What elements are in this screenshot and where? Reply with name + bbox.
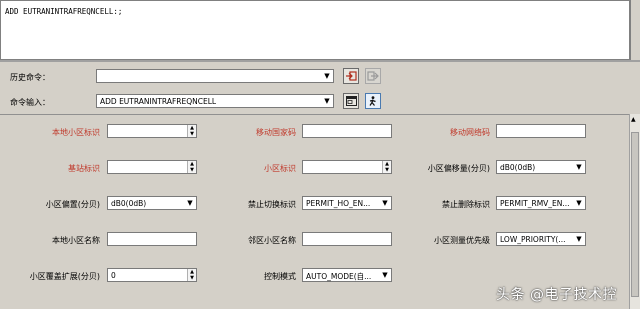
watermark: 头条 @电子技术控 — [496, 287, 617, 303]
coverage-ext-input[interactable]: 0 ▲ ▼ — [107, 268, 197, 282]
cell-offset-select[interactable]: dB0(0dB) ▼ — [496, 160, 586, 174]
control-mode-label: 控制模式 — [264, 272, 296, 281]
neighbour-cell-name-input[interactable] — [302, 232, 392, 246]
chevron-down-icon[interactable]: ▼ — [321, 95, 333, 107]
spinner-icon[interactable]: ▲ ▼ — [187, 269, 196, 281]
chevron-down-icon[interactable]: ▼ — [379, 269, 391, 281]
cell-qoffset-value: dB0(0dB) — [111, 199, 147, 208]
cell-qoffset-select[interactable]: dB0(0dB) ▼ — [107, 196, 197, 210]
neighbour-cell-name-label: 邻区小区名称 — [248, 236, 296, 245]
enodeb-id-input[interactable]: ▲ ▼ — [107, 160, 197, 174]
mnc-label: 移动网络码 — [450, 128, 490, 137]
spinner-icon[interactable]: ▲ ▼ — [187, 125, 196, 137]
local-cell-name-input[interactable] — [107, 232, 197, 246]
chevron-down-icon[interactable]: ▼ — [184, 197, 196, 209]
no-ho-ind-label: 禁止切换标识 — [248, 200, 296, 209]
no-remove-ind-value: PERMIT_RMV_EN... — [500, 199, 570, 208]
history-label: 历史命令： — [10, 73, 50, 82]
export-arrow-icon — [365, 68, 381, 84]
no-ho-ind-value: PERMIT_HO_EN... — [306, 199, 371, 208]
scroll-up-icon[interactable]: ▲ — [631, 116, 636, 123]
cell-offset-value: dB0(0dB) — [500, 163, 536, 172]
no-remove-ind-label: 禁止删除标识 — [442, 200, 490, 209]
meas-priority-select[interactable]: LOW_PRIORITY(... ▼ — [496, 232, 586, 246]
control-mode-select[interactable]: AUTO_MODE(自... ▼ — [302, 268, 392, 282]
vertical-scrollbar[interactable]: ▲ — [629, 114, 640, 309]
run-person-icon[interactable] — [365, 93, 381, 109]
command-output-area[interactable]: ADD EUTRANINTRAFREQNCELL:; — [0, 0, 630, 60]
local-cell-id-label: 本地小区标识 — [52, 128, 100, 137]
window-icon[interactable] — [343, 93, 359, 109]
mcc-label: 移动国家码 — [256, 128, 296, 137]
scrollbar-thumb[interactable] — [631, 132, 639, 297]
history-combo[interactable]: ▼ — [96, 69, 334, 83]
spinner-icon[interactable]: ▲ ▼ — [187, 161, 196, 173]
command-input-combo[interactable]: ADD EUTRANINTRAFREQNCELL ▼ — [96, 94, 334, 108]
chevron-down-icon[interactable]: ▼ — [321, 70, 333, 82]
control-mode-value: AUTO_MODE(自... — [306, 272, 372, 281]
command-output-text: ADD EUTRANINTRAFREQNCELL:; — [5, 7, 123, 16]
local-cell-name-label: 本地小区名称 — [52, 236, 100, 245]
coverage-ext-value: 0 — [111, 271, 116, 280]
right-edge-strip — [630, 0, 640, 60]
cell-id-input[interactable]: ▲ ▼ — [302, 160, 392, 174]
mcc-input[interactable] — [302, 124, 392, 138]
command-input-value: ADD EUTRANINTRAFREQNCELL — [100, 97, 217, 106]
import-arrow-icon[interactable] — [343, 68, 359, 84]
meas-priority-label: 小区测量优先级 — [434, 236, 490, 245]
chevron-down-icon[interactable]: ▼ — [573, 161, 585, 173]
cell-qoffset-label: 小区偏置(分贝) — [45, 200, 100, 209]
no-remove-ind-select[interactable]: PERMIT_RMV_EN... ▼ — [496, 196, 586, 210]
chevron-down-icon[interactable]: ▼ — [573, 197, 585, 209]
command-input-label: 命令输入： — [10, 98, 50, 107]
cell-offset-label: 小区偏移量(分贝) — [427, 164, 490, 173]
splitter[interactable] — [0, 60, 640, 62]
chevron-down-icon[interactable]: ▼ — [573, 233, 585, 245]
mnc-input[interactable] — [496, 124, 586, 138]
cell-id-label: 小区标识 — [264, 164, 296, 173]
local-cell-id-input[interactable]: ▲ ▼ — [107, 124, 197, 138]
coverage-ext-label: 小区覆盖扩展(分贝) — [29, 272, 100, 281]
enodeb-id-label: 基站标识 — [68, 164, 100, 173]
meas-priority-value: LOW_PRIORITY(... — [500, 235, 566, 244]
no-ho-ind-select[interactable]: PERMIT_HO_EN... ▼ — [302, 196, 392, 210]
